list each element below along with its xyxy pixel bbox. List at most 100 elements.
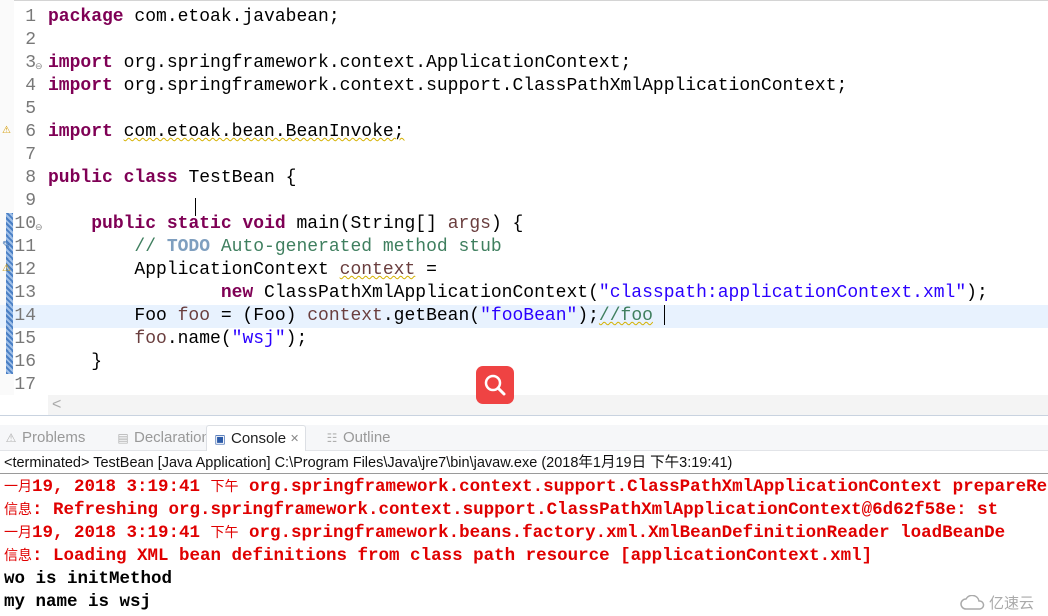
- code-text: import org.springframework.context.suppo…: [48, 75, 847, 98]
- line-number: 16: [14, 352, 36, 372]
- search-icon: [484, 374, 506, 396]
- line-number: 17: [14, 375, 36, 395]
- code-text: Foo foo = (Foo) context.getBean("fooBean…: [48, 305, 653, 328]
- console-icon: ▣: [214, 431, 226, 446]
- code-line[interactable]: 15 foo.name("wsj");: [0, 328, 1048, 351]
- code-text: ApplicationContext context =: [48, 259, 437, 282]
- line-number: 2: [25, 30, 36, 50]
- code-token: import: [48, 53, 113, 73]
- line-number: 7: [25, 145, 36, 165]
- tab-label: Problems: [22, 429, 86, 446]
- task-icon[interactable]: ✎: [2, 240, 12, 254]
- warning-icon[interactable]: ⚠: [2, 125, 12, 139]
- tab-console[interactable]: ▣ Console ✕: [206, 425, 307, 452]
- code-token: foo: [134, 329, 167, 349]
- line-number: 14: [14, 306, 36, 326]
- console-text: wo is initMethod: [4, 569, 173, 589]
- tab-problems[interactable]: ⚠ Problems: [4, 425, 86, 451]
- horizontal-scrollbar[interactable]: <: [48, 395, 1048, 415]
- console-text: : Refreshing org.springframework.context…: [32, 500, 999, 520]
- code-token: new: [220, 283, 254, 303]
- close-tab-icon[interactable]: ✕: [290, 426, 299, 452]
- change-marker: [6, 305, 13, 328]
- divider: [0, 473, 1048, 474]
- change-marker: [6, 282, 13, 305]
- console-text: org.springframework.context.support.Clas…: [238, 477, 1048, 497]
- code-token: void: [242, 214, 286, 234]
- code-token: );: [285, 329, 308, 349]
- code-token: .name(: [166, 329, 232, 349]
- code-token: TODO: [166, 237, 211, 257]
- line-number: 11: [14, 237, 36, 257]
- code-text: public static void main(String[] args) {: [48, 213, 523, 236]
- code-token: args: [447, 214, 491, 234]
- code-token: "classpath:applicationContext.xml": [598, 283, 967, 303]
- change-marker: [6, 351, 13, 374]
- outline-icon: ☷: [326, 431, 338, 445]
- code-token: com.etoak.bean.BeanInvoke;: [123, 122, 405, 142]
- line-number: 6: [25, 122, 36, 142]
- code-token: ApplicationContext: [48, 260, 340, 280]
- code-line[interactable]: 7: [0, 144, 1048, 167]
- code-line[interactable]: 2: [0, 29, 1048, 52]
- code-line[interactable]: 5: [0, 98, 1048, 121]
- code-token: //: [48, 237, 167, 257]
- tab-label: Declaration: [134, 429, 210, 446]
- console-text: org.springframework.beans.factory.xml.Xm…: [238, 523, 1006, 543]
- code-token: org.springframework.context.ApplicationC…: [112, 53, 632, 73]
- editor-top-border: [0, 0, 1048, 3]
- scroll-left-icon[interactable]: <: [52, 396, 61, 413]
- code-token: ClassPathXmlApplicationContext(: [253, 283, 599, 303]
- console-text: my name is wsj: [4, 592, 152, 612]
- code-line[interactable]: 8 public class TestBean {: [0, 167, 1048, 190]
- code-text: // TODO Auto-generated method stub: [48, 236, 501, 259]
- code-token: =: [415, 260, 437, 280]
- code-token: .getBean(: [382, 306, 481, 326]
- watermark: 亿速云: [960, 592, 1034, 613]
- tab-outline[interactable]: ☷ Outline: [325, 425, 391, 451]
- console-text: 一月: [4, 525, 32, 541]
- code-line[interactable]: 10 ⊖ public static void main(String[] arg…: [0, 213, 1048, 236]
- code-token: com.etoak.javabean;: [123, 7, 340, 27]
- code-line[interactable]: ⚠ 6 import com.etoak.bean.BeanInvoke;: [0, 121, 1048, 144]
- console-text: 19, 2018 3:19:41: [32, 523, 211, 543]
- line-number: 9: [25, 191, 36, 211]
- line-number: 12: [14, 260, 36, 280]
- code-token: public: [91, 214, 157, 234]
- mouse-ibeam-cursor: [195, 198, 196, 216]
- cloud-logo-icon: [960, 594, 985, 610]
- code-line[interactable]: ✎ 11 // TODO Auto-generated method stub: [0, 236, 1048, 259]
- code-line[interactable]: 13 new ClassPathXmlApplicationContext("c…: [0, 282, 1048, 305]
- warning-icon[interactable]: ⚠: [2, 263, 12, 277]
- code-line[interactable]: 17: [0, 374, 1048, 397]
- code-line[interactable]: 14 Foo foo = (Foo) context.getBean("fooB…: [0, 305, 1048, 328]
- console-text: : Loading XML bean definitions from clas…: [32, 546, 873, 566]
- code-text: package com.etoak.javabean;: [48, 6, 340, 29]
- code-token: public: [48, 168, 113, 188]
- code-token: import: [48, 76, 113, 96]
- console-text: 下午: [210, 479, 239, 495]
- search-button[interactable]: [476, 366, 514, 404]
- console-line: 一月19, 2018 3:19:41 下午 org.springframewor…: [4, 522, 1005, 545]
- code-token: main(String[]: [285, 214, 448, 234]
- code-token: org.springframework.context.support.Clas…: [112, 76, 848, 96]
- code-token: "wsj": [231, 329, 286, 349]
- code-text: }: [48, 351, 102, 374]
- tab-declaration[interactable]: ▤ Declaration: [116, 425, 210, 451]
- console-text: 下午: [210, 525, 239, 541]
- line-number: 8: [25, 168, 36, 188]
- text-caret: [664, 305, 665, 325]
- code-editor[interactable]: 1 package com.etoak.javabean; 2 3 ⊖ import or…: [0, 0, 1048, 416]
- code-line[interactable]: 1 package com.etoak.javabean;: [0, 6, 1048, 29]
- code-line[interactable]: ⚠ 12 ApplicationContext context =: [0, 259, 1048, 282]
- code-line[interactable]: 4 import org.springframework.context.supp…: [0, 75, 1048, 98]
- code-line[interactable]: 16 }: [0, 351, 1048, 374]
- change-marker: [6, 328, 13, 351]
- code-line[interactable]: 9: [0, 190, 1048, 213]
- code-line[interactable]: 3 ⊖ import org.springframework.context.App…: [0, 52, 1048, 75]
